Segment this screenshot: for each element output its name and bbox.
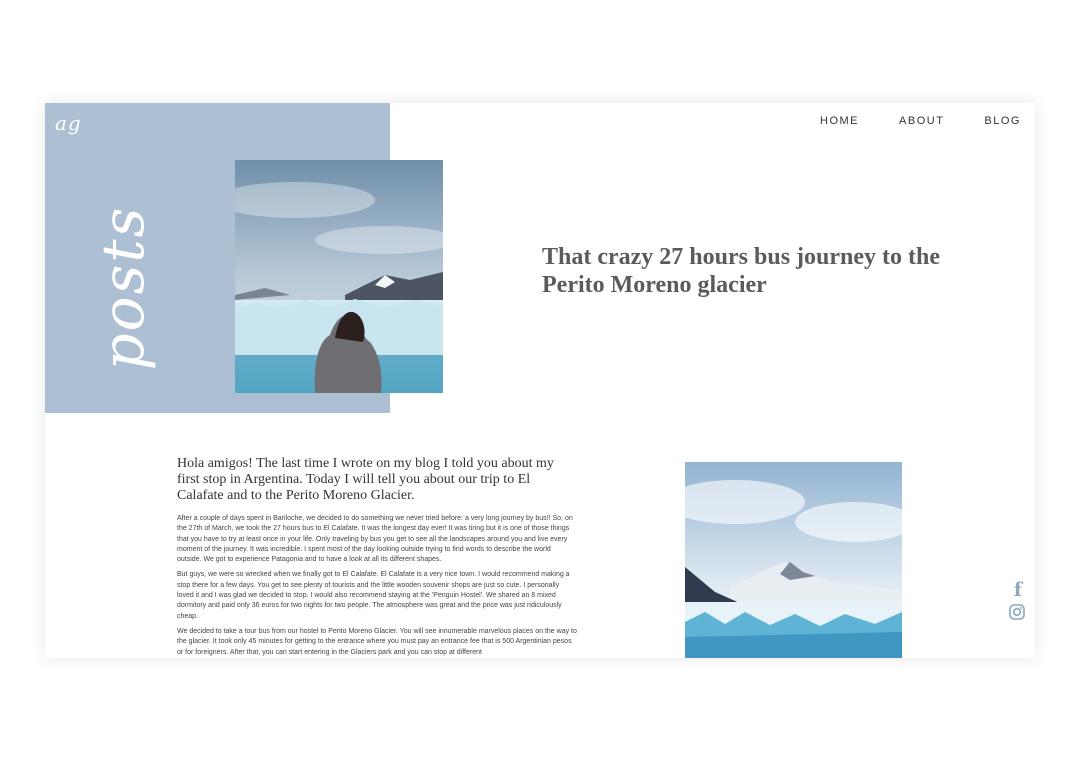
page: ag posts HOME ABOUT BLOG That crazy 27 h… bbox=[45, 103, 1035, 658]
post-paragraph: After a couple of days spent in Bariloch… bbox=[177, 515, 573, 564]
hero-image bbox=[235, 160, 443, 393]
instagram-icon[interactable] bbox=[1008, 603, 1026, 621]
logo[interactable]: ag bbox=[55, 111, 82, 135]
glacier-image bbox=[685, 462, 902, 658]
social-links: f bbox=[1008, 579, 1028, 621]
post-body: Hola amigos! The last time I wrote on my… bbox=[177, 456, 577, 658]
post-paragraph: But guys, we were so wrecked when we fin… bbox=[177, 571, 570, 620]
post-title: That crazy 27 hours bus journey to the P… bbox=[542, 244, 941, 298]
nav-home[interactable]: HOME bbox=[820, 115, 859, 127]
post-intro: Hola amigos! The last time I wrote on my… bbox=[177, 456, 554, 503]
nav-blog[interactable]: BLOG bbox=[984, 115, 1021, 127]
main-nav: HOME ABOUT BLOG bbox=[820, 115, 1021, 127]
post-paragraph: We decided to take a tour bus from our h… bbox=[177, 627, 577, 656]
section-title: posts bbox=[89, 205, 157, 371]
facebook-icon[interactable]: f bbox=[1008, 579, 1028, 601]
nav-about[interactable]: ABOUT bbox=[899, 115, 944, 127]
